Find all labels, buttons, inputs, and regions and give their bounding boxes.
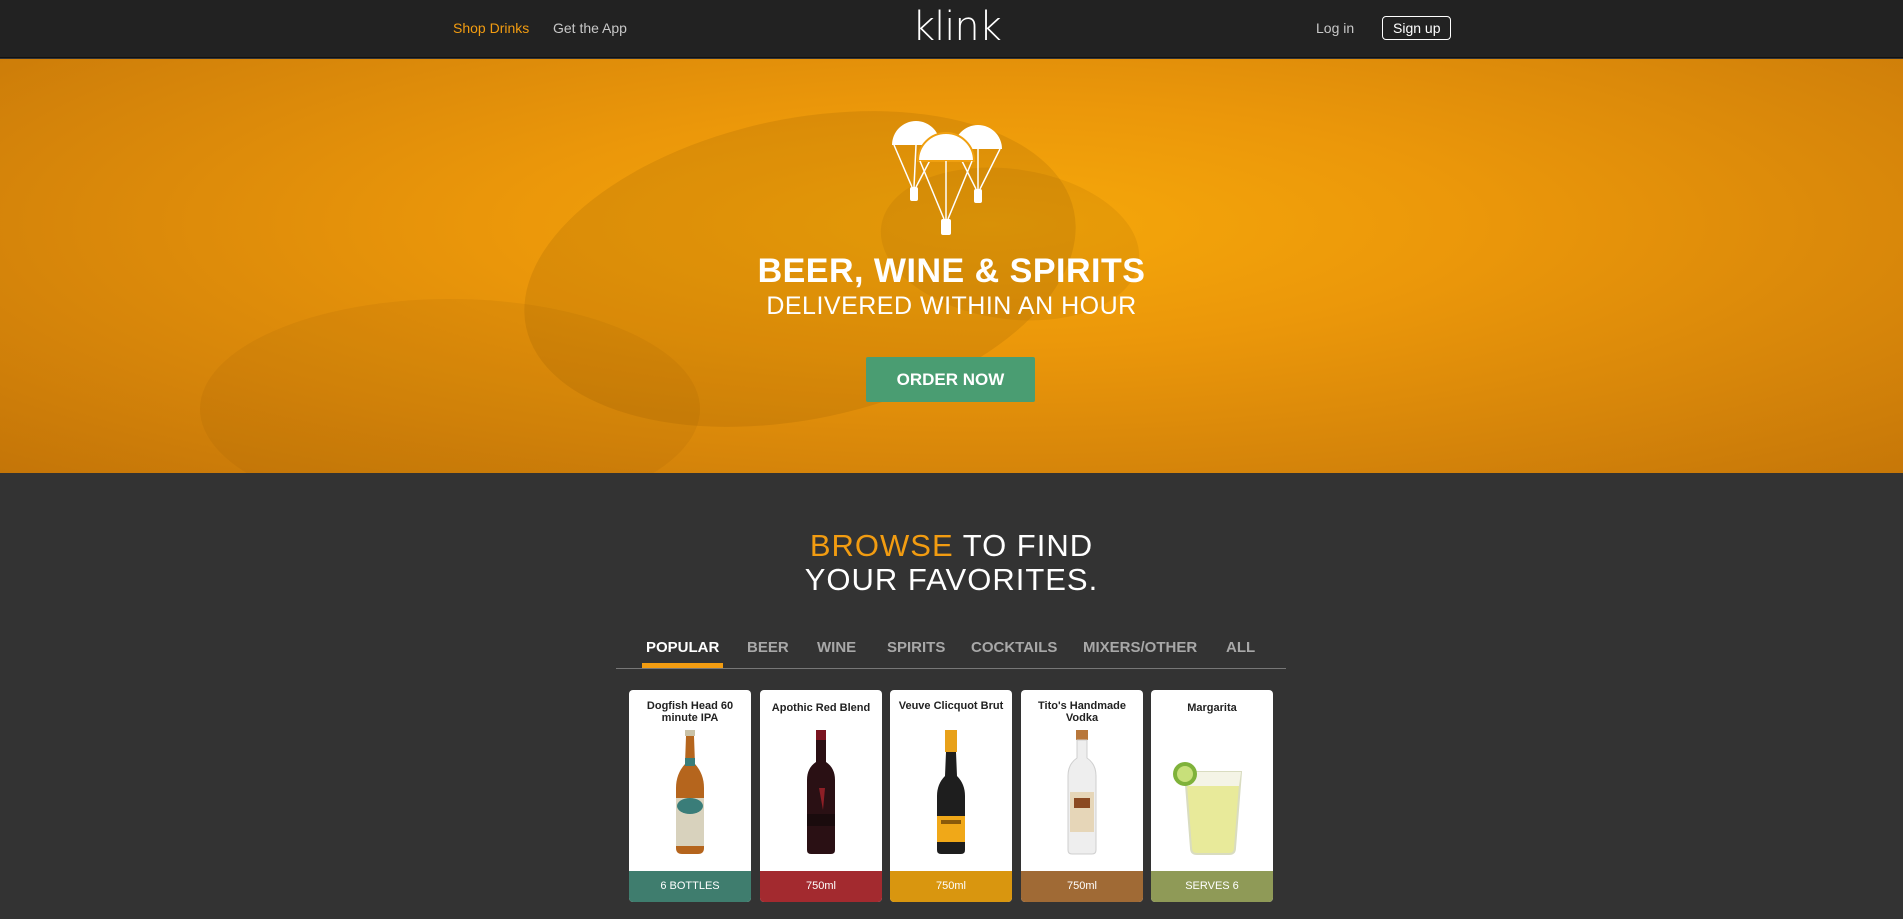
product-footer: 6 BOTTLES [629,871,751,902]
product-footer: 750ml [1021,871,1143,902]
tab-beer[interactable]: BEER [747,639,789,668]
product-footer: 750ml [890,871,1012,902]
product-name: Dogfish Head 60 minute IPA [646,700,734,724]
hero-title: BEER, WINE & SPIRITS [757,252,1146,290]
product-footer: SERVES 6 [1151,871,1273,902]
hero-subtitle: DELIVERED WITHIN AN HOUR [766,292,1137,320]
product-card-apothic-red[interactable]: Apothic Red Blend 750ml [760,690,882,902]
beer-bottle-icon [676,730,704,854]
category-tabs: POPULAR BEER WINE SPIRITS COCKTAILS MIXE… [616,637,1286,669]
product-name: Margarita [1187,702,1237,714]
browse-heading-rest: TO FIND [953,528,1094,563]
browse-heading-line1: BROWSE TO FIND [0,528,1903,564]
login-link[interactable]: Log in [1316,20,1354,36]
product-name: Tito's Handmade Vodka [1038,700,1126,724]
product-footer: 750ml [760,871,882,902]
klink-logo[interactable]: klink [912,4,1002,50]
tab-mixers-other[interactable]: MIXERS/OTHER [1083,639,1197,668]
margarita-glass-icon [1173,762,1243,855]
browse-highlight: BROWSE [809,528,954,563]
top-nav: Shop Drinks Get the App klink Log in Sig… [0,0,1903,58]
browse-heading-line2: YOUR FAVORITES. [804,562,1099,597]
product-name: Veuve Clicquot Brut [898,700,1004,712]
product-card-veuve-clicquot[interactable]: Veuve Clicquot Brut 750ml [890,690,1012,902]
tab-cocktails[interactable]: COCKTAILS [971,639,1057,668]
product-name: Apothic Red Blend [771,702,871,714]
nav-shop-drinks-link[interactable]: Shop Drinks [453,20,529,36]
parachute-delivery-icon [892,121,1002,235]
hero-banner: BEER, WINE & SPIRITS DELIVERED WITHIN AN… [0,59,1903,473]
wine-bottle-icon [807,730,835,854]
product-card-margarita[interactable]: Margarita SERVES 6 [1151,690,1273,902]
tab-popular[interactable]: POPULAR [642,639,724,668]
signup-button[interactable]: Sign up [1382,16,1452,40]
product-card-titos-vodka[interactable]: Tito's Handmade Vodka 750ml [1021,690,1143,902]
tab-wine[interactable]: WINE [817,639,856,668]
nav-get-app-link[interactable]: Get the App [553,20,627,36]
vodka-bottle-icon [1067,730,1097,855]
product-card-dogfish-head[interactable]: Dogfish Head 60 minute IPA 6 BOTTLES [629,690,751,902]
tab-spirits[interactable]: SPIRITS [887,639,945,668]
tab-all[interactable]: ALL [1226,639,1255,668]
champagne-bottle-icon [937,730,965,854]
order-now-button[interactable]: ORDER NOW [866,357,1035,402]
